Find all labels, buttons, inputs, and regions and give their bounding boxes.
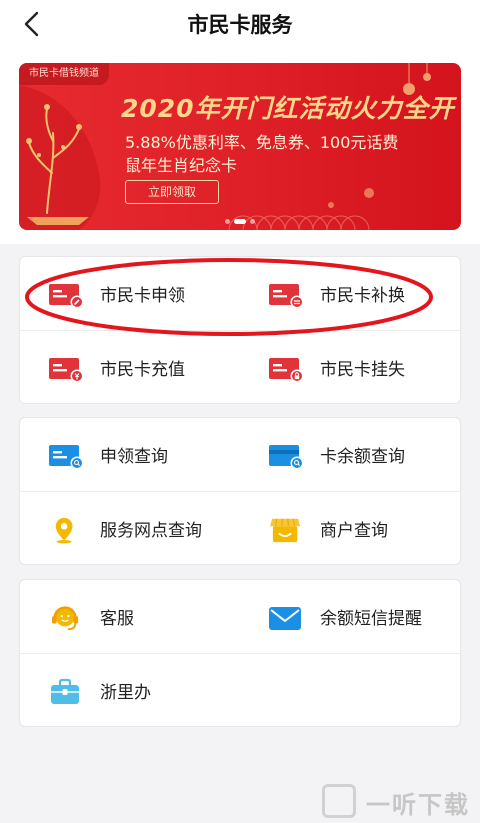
card-replace-label: 市民卡补换 xyxy=(320,286,405,306)
watermark-logo-icon xyxy=(322,784,356,818)
mail-icon xyxy=(269,607,301,630)
pager-dot[interactable] xyxy=(250,219,255,224)
balance-query-icon xyxy=(269,445,304,470)
banner-pager xyxy=(19,219,461,224)
card-recharge-button[interactable]: 市民卡充值 xyxy=(20,331,240,403)
merchant-query-button[interactable]: 商户查询 xyxy=(240,492,460,564)
apply-query-label: 申领查询 xyxy=(100,447,168,467)
balance-sms-reminder-label: 余额短信提醒 xyxy=(320,609,422,629)
customer-service-label: 客服 xyxy=(100,609,134,629)
query-panel: 申领查询 卡余额查询 服务网点查询 商户查询 xyxy=(19,417,461,565)
support-row: 客服 余额短信提醒 xyxy=(20,580,460,652)
card-recharge-icon xyxy=(49,358,84,383)
services-row: 市民卡充值 市民卡挂失 xyxy=(20,331,460,403)
zheliban-button[interactable]: 浙里办 xyxy=(20,654,240,726)
banner-headline: 2020年开门红活动火力全开 xyxy=(121,94,455,123)
customer-service-button[interactable]: 客服 xyxy=(20,580,240,652)
headset-icon xyxy=(52,606,79,631)
card-apply-button[interactable]: 市民卡申领 xyxy=(20,257,240,329)
card-lock-label: 市民卡挂失 xyxy=(320,360,405,380)
pager-dot[interactable] xyxy=(225,219,230,224)
balance-sms-reminder-button[interactable]: 余额短信提醒 xyxy=(240,580,460,652)
card-apply-label: 市民卡申领 xyxy=(100,286,185,306)
apply-query-button[interactable]: 申领查询 xyxy=(20,418,240,490)
banner-section: 市民卡借钱频道 2020年开门红活动火力全开 5.88%优惠利率、免息券、100… xyxy=(0,48,480,244)
support-panel: 客服 余额短信提醒 浙里办 xyxy=(19,579,461,727)
card-replace-button[interactable]: 市民卡补换 xyxy=(240,257,460,329)
shop-icon xyxy=(270,518,300,543)
services-row: 市民卡申领 市民卡补换 xyxy=(20,257,460,329)
zheliban-label: 浙里办 xyxy=(100,683,151,703)
card-replace-icon xyxy=(269,284,304,309)
balance-query-label: 卡余额查询 xyxy=(320,447,405,467)
service-outlet-query-label: 服务网点查询 xyxy=(100,521,202,541)
apply-query-icon xyxy=(49,445,84,470)
card-lock-button[interactable]: 市民卡挂失 xyxy=(240,331,460,403)
card-recharge-label: 市民卡充值 xyxy=(100,360,185,380)
banner-claim-button[interactable]: 立即领取 xyxy=(125,180,219,204)
service-outlet-query-button[interactable]: 服务网点查询 xyxy=(20,492,240,564)
banner-offer-line-2: 鼠年生肖纪念卡 xyxy=(125,156,238,175)
query-row: 服务网点查询 商户查询 xyxy=(20,492,460,564)
balance-query-button[interactable]: 卡余额查询 xyxy=(240,418,460,490)
banner-offer-line: 5.88%优惠利率、免息券、100元话费 xyxy=(125,133,399,152)
card-services-panel: 市民卡申领 市民卡补换 市民卡充值 市民卡挂失 xyxy=(19,256,461,404)
site-watermark: 一听下载 xyxy=(316,781,476,819)
nav-bar: 市民卡服务 xyxy=(0,0,480,48)
promo-banner[interactable]: 市民卡借钱频道 2020年开门红活动火力全开 5.88%优惠利率、免息券、100… xyxy=(19,63,461,230)
merchant-query-label: 商户查询 xyxy=(320,521,388,541)
query-row: 申领查询 卡余额查询 xyxy=(20,418,460,490)
card-apply-icon xyxy=(49,284,84,309)
location-pin-icon xyxy=(55,517,73,544)
card-lock-icon xyxy=(269,358,304,383)
briefcase-icon xyxy=(51,678,79,704)
banner-channel-tag: 市民卡借钱频道 xyxy=(19,63,109,85)
page-title: 市民卡服务 xyxy=(187,13,293,37)
support-row: 浙里办 xyxy=(20,654,460,726)
watermark-text: 一听下载 xyxy=(366,791,470,819)
pager-dot-active[interactable] xyxy=(234,219,246,224)
